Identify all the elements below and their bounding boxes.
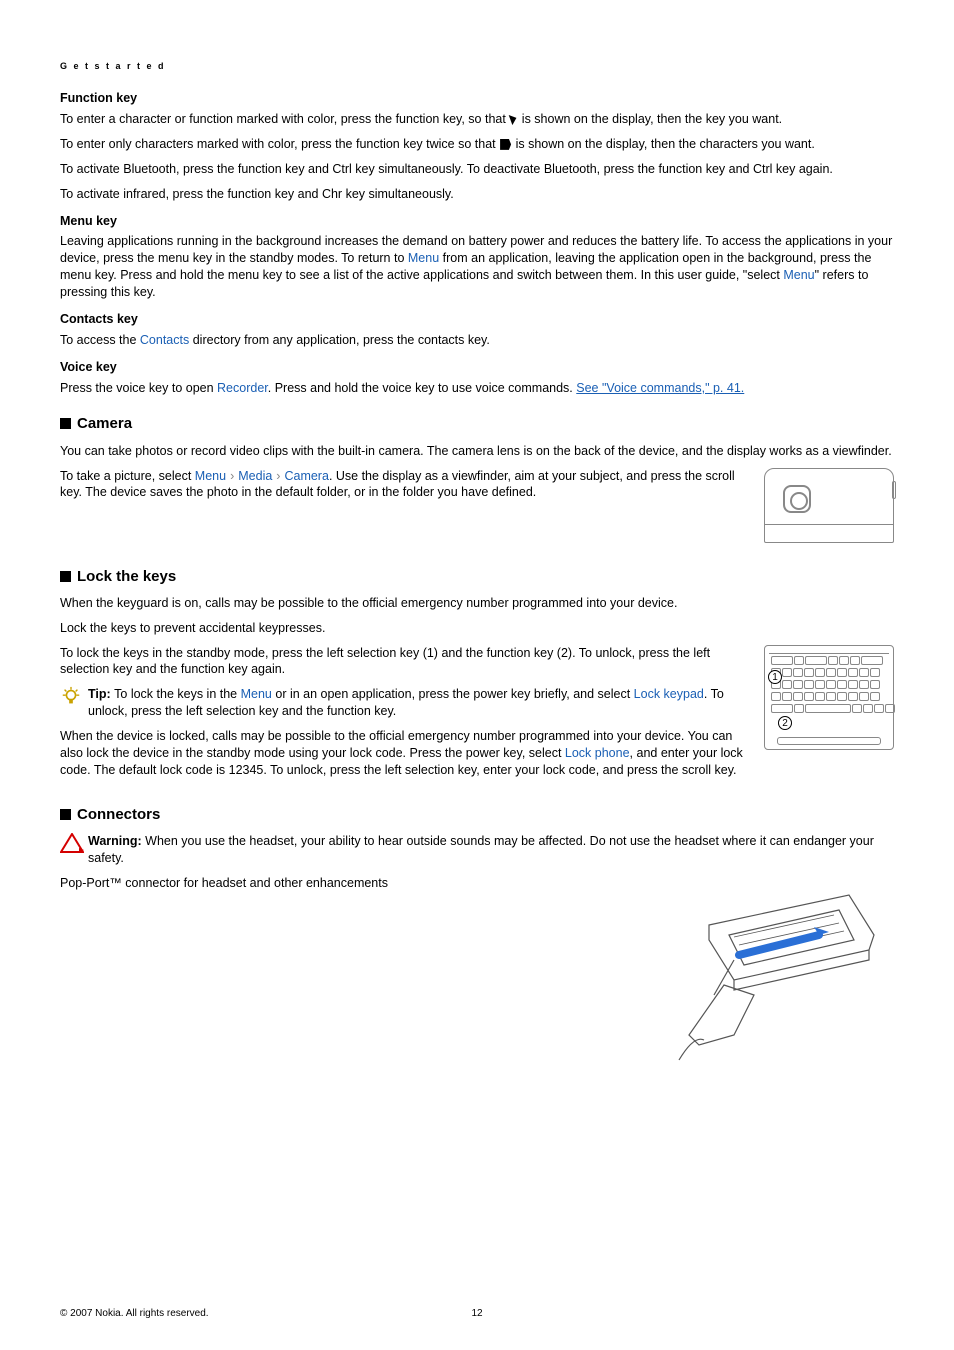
- text: To enter only characters marked with col…: [60, 137, 499, 151]
- separator: [765, 524, 893, 525]
- link-voice-commands[interactable]: See "Voice commands," p. 41.: [576, 381, 744, 395]
- paragraph: To activate Bluetooth, press the functio…: [60, 161, 894, 178]
- camera-lens-icon: [783, 485, 811, 513]
- bullet-icon: [60, 418, 71, 429]
- paragraph: To lock the keys in the standby mode, pr…: [60, 645, 750, 679]
- ui-label-lock-keypad: Lock keypad: [634, 687, 704, 701]
- tip-text: Tip: To lock the keys in the Menu or in …: [88, 686, 750, 720]
- heading-function-key: Function key: [60, 90, 894, 107]
- heading-menu-key: Menu key: [60, 213, 894, 230]
- paragraph: Pop-Port™ connector for headset and othe…: [60, 875, 410, 892]
- paragraph: Leaving applications running in the back…: [60, 233, 894, 301]
- chevron-right-icon: ›: [230, 469, 234, 483]
- ui-label-lock-phone: Lock phone: [565, 746, 630, 760]
- heading-contacts-key: Contacts key: [60, 311, 894, 328]
- ui-label-menu: Menu: [241, 687, 272, 701]
- ui-label-menu: Menu: [195, 469, 226, 483]
- chevron-right-icon: ›: [276, 469, 280, 483]
- paragraph: Press the voice key to open Recorder. Pr…: [60, 380, 894, 397]
- warning-label: Warning:: [88, 834, 145, 848]
- paragraph: To enter only characters marked with col…: [60, 136, 894, 153]
- paragraph: To access the Contacts directory from an…: [60, 332, 894, 349]
- copyright-text: © 2007 Nokia. All rights reserved.: [60, 1307, 209, 1321]
- tip-icon: [60, 686, 88, 720]
- indicator-icon: [500, 139, 511, 150]
- section-camera: Camera: [60, 414, 894, 434]
- ui-label-menu: Menu: [783, 268, 814, 282]
- paragraph: You can take photos or record video clip…: [60, 443, 894, 460]
- text: directory from any application, press th…: [189, 333, 490, 347]
- ui-label-recorder: Recorder: [217, 381, 268, 395]
- tip-block: Tip: To lock the keys in the Menu or in …: [60, 686, 750, 720]
- text: To enter a character or function marked …: [60, 112, 509, 126]
- text: Press the voice key to open: [60, 381, 217, 395]
- callout-1: 1: [768, 670, 782, 684]
- text: To take a picture, select: [60, 469, 195, 483]
- text: To access the: [60, 333, 140, 347]
- heading-voice-key: Voice key: [60, 359, 894, 376]
- text: or in an open application, press the pow…: [272, 687, 634, 701]
- paragraph: To enter a character or function marked …: [60, 111, 894, 128]
- paragraph: When the keyguard is on, calls may be po…: [60, 595, 894, 612]
- text: . Press and hold the voice key to use vo…: [268, 381, 577, 395]
- keypad-illustration: 1 2: [764, 645, 894, 750]
- page-number: 12: [471, 1307, 482, 1321]
- text: To lock the keys in the: [114, 687, 240, 701]
- section-connectors: Connectors: [60, 805, 894, 825]
- warning-text: Warning: When you use the headset, your …: [88, 833, 894, 867]
- ui-label-camera: Camera: [284, 469, 328, 483]
- indicator-icon: [509, 113, 519, 125]
- bullet-icon: [60, 809, 71, 820]
- tip-label: Tip:: [88, 687, 114, 701]
- ui-label-menu: Menu: [408, 251, 439, 265]
- pop-port-illustration: [634, 875, 894, 1075]
- paragraph: When the device is locked, calls may be …: [60, 728, 750, 779]
- ui-label-media: Media: [238, 469, 272, 483]
- warning-block: Warning: When you use the headset, your …: [60, 833, 894, 867]
- bullet-icon: [60, 571, 71, 582]
- section-lock-keys: Lock the keys: [60, 567, 894, 587]
- paragraph: Lock the keys to prevent accidental keyp…: [60, 620, 894, 637]
- breadcrumb-header: G e t s t a r t e d: [60, 60, 894, 72]
- page-footer: © 2007 Nokia. All rights reserved. 12: [60, 1307, 894, 1321]
- section-title-text: Camera: [77, 415, 132, 432]
- callout-2: 2: [778, 716, 792, 730]
- ui-label-contacts: Contacts: [140, 333, 189, 347]
- section-title-text: Lock the keys: [77, 568, 176, 585]
- section-title-text: Connectors: [77, 806, 160, 823]
- paragraph: To activate infrared, press the function…: [60, 186, 894, 203]
- text: is shown on the display, then the charac…: [516, 137, 815, 151]
- text: When you use the headset, your ability t…: [88, 834, 874, 865]
- device-back-illustration: [764, 468, 894, 543]
- warning-icon: [60, 833, 88, 867]
- side-button-icon: [892, 481, 896, 499]
- text: is shown on the display, then the key yo…: [522, 112, 782, 126]
